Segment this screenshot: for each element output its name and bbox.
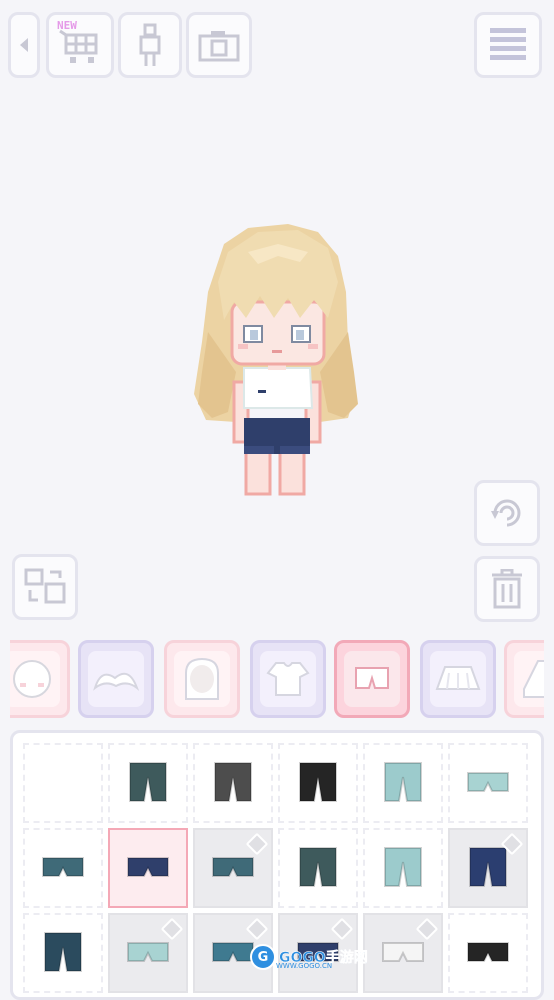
trash-icon (492, 569, 522, 609)
hamburger-menu-icon (490, 28, 526, 60)
pants-icon (299, 762, 337, 802)
item-shorts[interactable] (108, 913, 188, 993)
body-icon (139, 23, 161, 66)
shoe-icon (523, 660, 544, 698)
item-pants[interactable] (193, 743, 273, 823)
item-shorts[interactable] (448, 743, 528, 823)
shorts-icon (212, 942, 254, 962)
pants-icon (129, 762, 167, 802)
shorts-icon (42, 857, 84, 877)
face-icon (13, 660, 51, 698)
menu-button[interactable] (474, 12, 542, 78)
camera-icon (198, 31, 240, 62)
tab-top[interactable] (250, 640, 326, 718)
item-slot-empty[interactable] (23, 743, 103, 823)
pants-icon (384, 847, 422, 887)
tab-skirt[interactable] (420, 640, 496, 718)
back-button[interactable] (8, 12, 40, 78)
tab-hair[interactable] (164, 640, 240, 718)
watermark: G GOGO手游网 WWW.GOGO.CN (250, 944, 368, 970)
shorts-icon (467, 772, 509, 792)
shorts-icon (355, 667, 389, 689)
character-preview[interactable] (188, 222, 368, 511)
item-shorts[interactable] (23, 828, 103, 908)
item-shorts[interactable] (363, 913, 443, 993)
item-shorts[interactable] (448, 913, 528, 993)
swap-outfit-button[interactable] (12, 554, 78, 620)
item-shorts[interactable] (193, 828, 273, 908)
shop-button[interactable]: NEW (46, 12, 114, 78)
trash-button[interactable] (474, 556, 540, 622)
shorts-icon (382, 942, 424, 962)
rotate-icon (491, 499, 521, 527)
item-pants[interactable] (278, 828, 358, 908)
camera-button[interactable] (186, 12, 252, 78)
category-tabs (10, 638, 544, 722)
swap-outfit-icon (24, 568, 66, 604)
pants-icon (384, 762, 422, 802)
item-shorts[interactable] (108, 828, 188, 908)
item-pants[interactable] (363, 743, 443, 823)
shorts-icon (127, 857, 169, 877)
pants-icon (214, 762, 252, 802)
skirt-icon (435, 666, 481, 690)
body-button[interactable] (118, 12, 182, 78)
new-badge: NEW (57, 19, 77, 32)
rotate-button[interactable] (474, 480, 540, 546)
tab-shorts[interactable] (334, 640, 410, 718)
item-pants[interactable] (23, 913, 103, 993)
item-pants[interactable] (448, 828, 528, 908)
shirt-icon (266, 662, 310, 696)
eyebrows-icon (93, 672, 140, 692)
shorts-icon (212, 857, 254, 877)
hair-icon (185, 657, 219, 700)
tab-shoes[interactable] (504, 640, 544, 718)
tab-eyebrows[interactable] (78, 640, 154, 718)
watermark-logo: G (250, 944, 276, 970)
shorts-icon (467, 942, 509, 962)
pants-icon (44, 932, 82, 972)
avatar (194, 224, 358, 496)
pants-icon (469, 847, 507, 887)
watermark-url: WWW.GOGO.CN (276, 962, 333, 970)
item-pants[interactable] (363, 828, 443, 908)
tab-face[interactable] (10, 640, 70, 718)
chevron-left-icon (20, 38, 28, 52)
pants-icon (299, 847, 337, 887)
shorts-icon (127, 942, 169, 962)
item-pants[interactable] (278, 743, 358, 823)
item-pants[interactable] (108, 743, 188, 823)
